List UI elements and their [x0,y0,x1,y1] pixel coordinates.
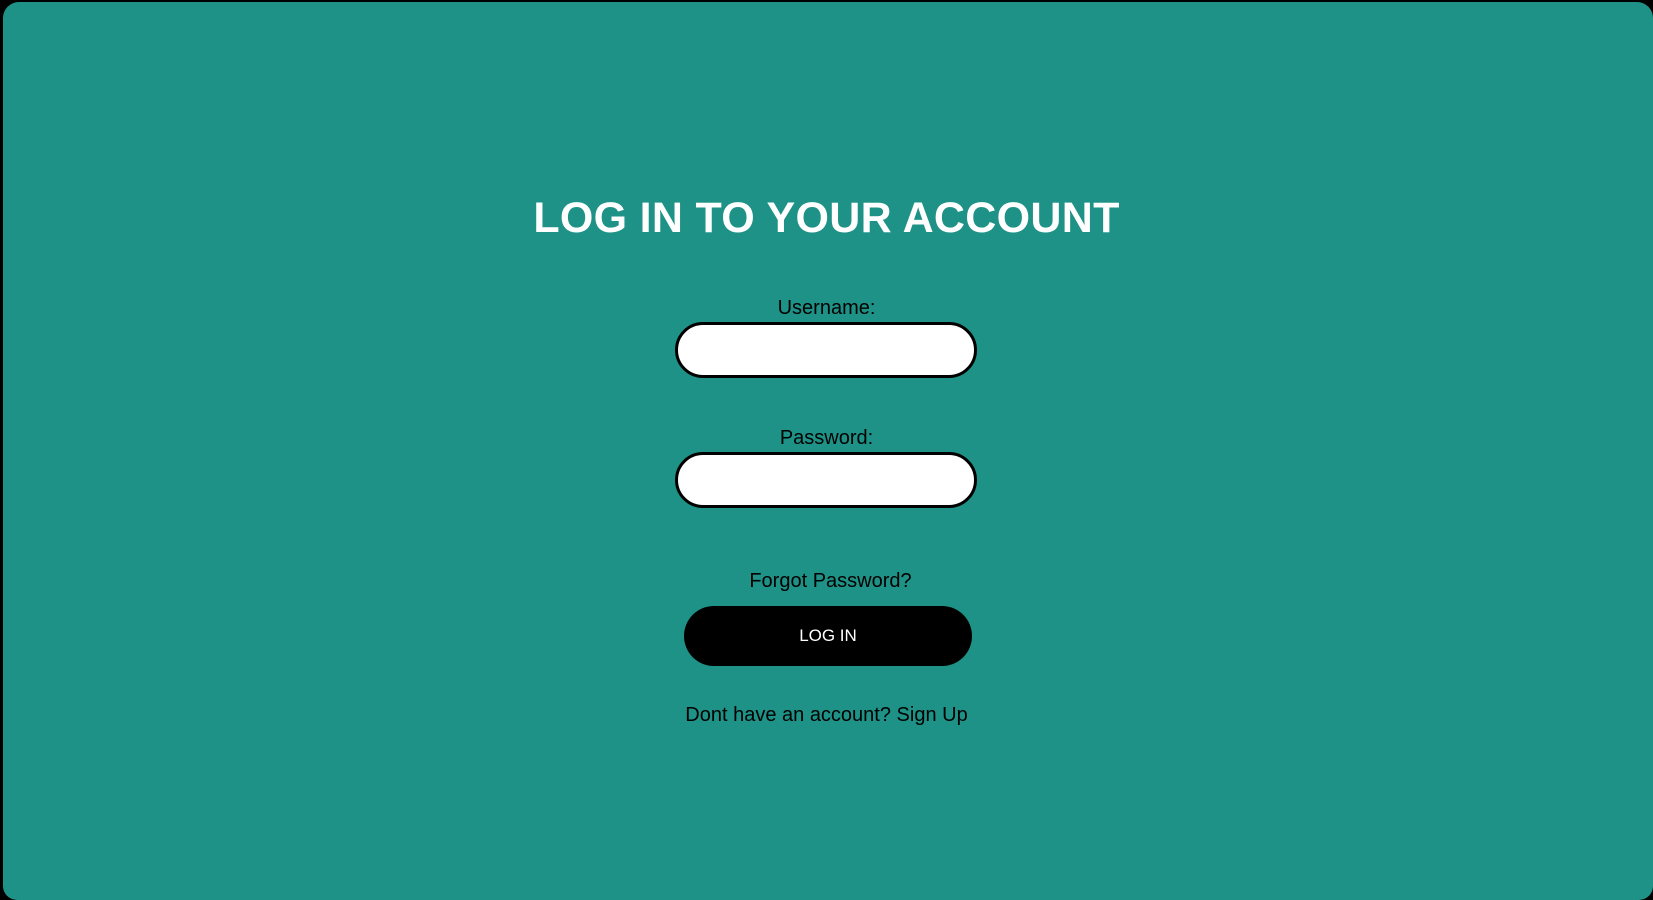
signup-prompt: Dont have an account? [685,704,891,726]
password-label: Password: [779,427,874,449]
username-input[interactable] [675,322,977,378]
signup-row: Dont have an account? Sign Up [0,703,1653,727]
username-label: Username: [777,297,876,319]
page-title: LOG IN TO YOUR ACCOUNT [533,194,1120,242]
password-input[interactable] [675,452,977,508]
signup-link[interactable]: Sign Up [897,704,968,726]
login-page [3,2,1653,900]
forgot-password-link[interactable]: Forgot Password? [0,569,1653,593]
login-button[interactable]: LOG IN [684,606,972,666]
